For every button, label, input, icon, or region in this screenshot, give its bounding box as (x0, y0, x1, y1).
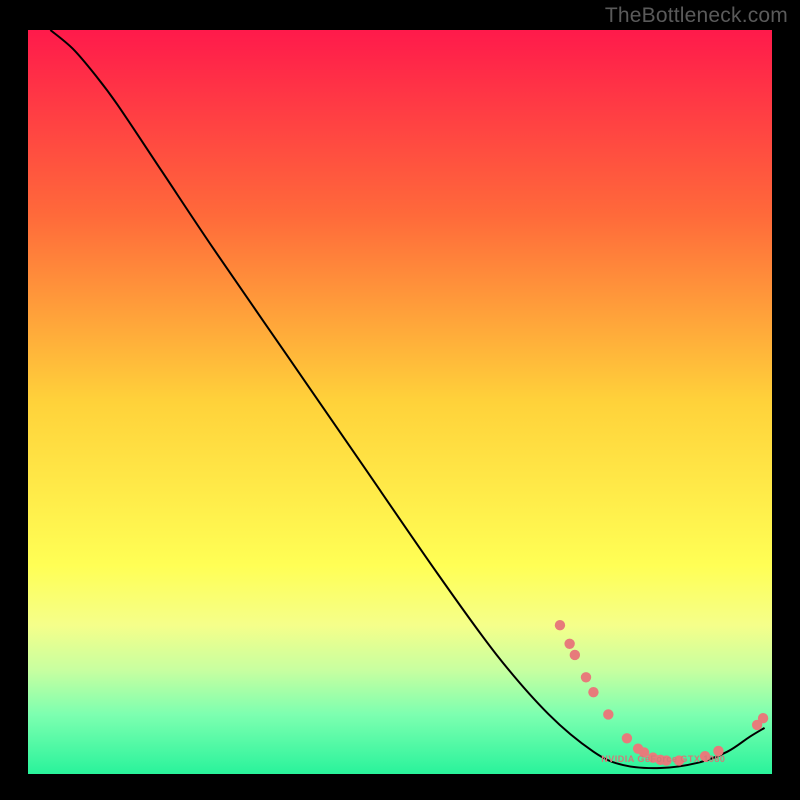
data-marker (564, 639, 574, 649)
series-annotation: NVIDIA GeForce GTX 1080 (601, 754, 725, 764)
data-marker (758, 713, 768, 723)
chart-plot (28, 30, 772, 774)
watermark-text: TheBottleneck.com (605, 4, 788, 28)
gradient-background (28, 30, 772, 774)
data-marker (588, 687, 598, 697)
data-marker (622, 733, 632, 743)
data-marker (570, 650, 580, 660)
chart-frame: TheBottleneck.com NVIDIA GeForce GTX 108… (0, 0, 800, 800)
data-marker (555, 620, 565, 630)
data-marker (581, 672, 591, 682)
chart-svg (28, 30, 772, 774)
data-marker (603, 709, 613, 719)
